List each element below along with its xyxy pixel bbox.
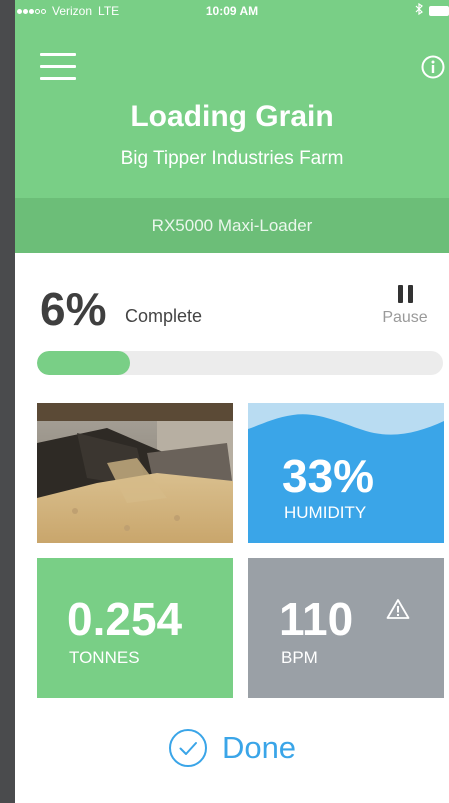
warning-icon[interactable] (386, 598, 410, 620)
status-time: 10:09 AM (205, 4, 259, 18)
done-button[interactable]: Done (15, 728, 449, 768)
pause-icon (375, 285, 435, 307)
header: Verizon LTE 10:09 AM Loading Grain Big T… (15, 0, 449, 198)
check-circle-icon (168, 729, 207, 767)
bluetooth-icon (415, 2, 423, 18)
progress-label: Complete (125, 306, 203, 326)
done-label: Done (221, 730, 297, 765)
humidity-value: 33% (282, 450, 375, 502)
water-wave-decoration (248, 403, 444, 443)
progress-bar-fill (37, 351, 131, 375)
status-bar: Verizon LTE 10:09 AM (15, 0, 449, 20)
tonnes-value: 0.254 (67, 593, 183, 645)
status-right (415, 2, 449, 18)
farm-name: Big Tipper Industries Farm (120, 148, 344, 169)
tonnes-tile: 0.254 TONNES (37, 558, 233, 698)
hamburger-menu-icon (40, 53, 76, 56)
progress-bar (37, 351, 443, 375)
pause-label: Pause (382, 309, 428, 326)
app-screen: Verizon LTE 10:09 AM Loading Grain Big T… (15, 0, 449, 803)
battery-icon (429, 5, 449, 16)
bpm-tile: 110 BPM (248, 558, 444, 698)
info-button[interactable] (421, 55, 445, 79)
tonnes-label: TONNES (69, 648, 140, 667)
humidity-tile: 33% HUMIDITY (248, 403, 444, 543)
grain-loading-image (37, 403, 233, 543)
machine-name-bar: RX5000 Maxi-Loader (15, 198, 449, 253)
menu-button[interactable] (40, 53, 76, 83)
bpm-value: 110 (279, 593, 354, 645)
info-icon (421, 55, 445, 79)
pause-button[interactable]: Pause (375, 285, 435, 327)
bpm-label: BPM (281, 648, 318, 667)
humidity-label: HUMIDITY (284, 503, 367, 522)
page-title: Loading Grain (130, 100, 334, 133)
loading-photo (37, 403, 233, 543)
progress-percent: 6% (40, 283, 107, 335)
